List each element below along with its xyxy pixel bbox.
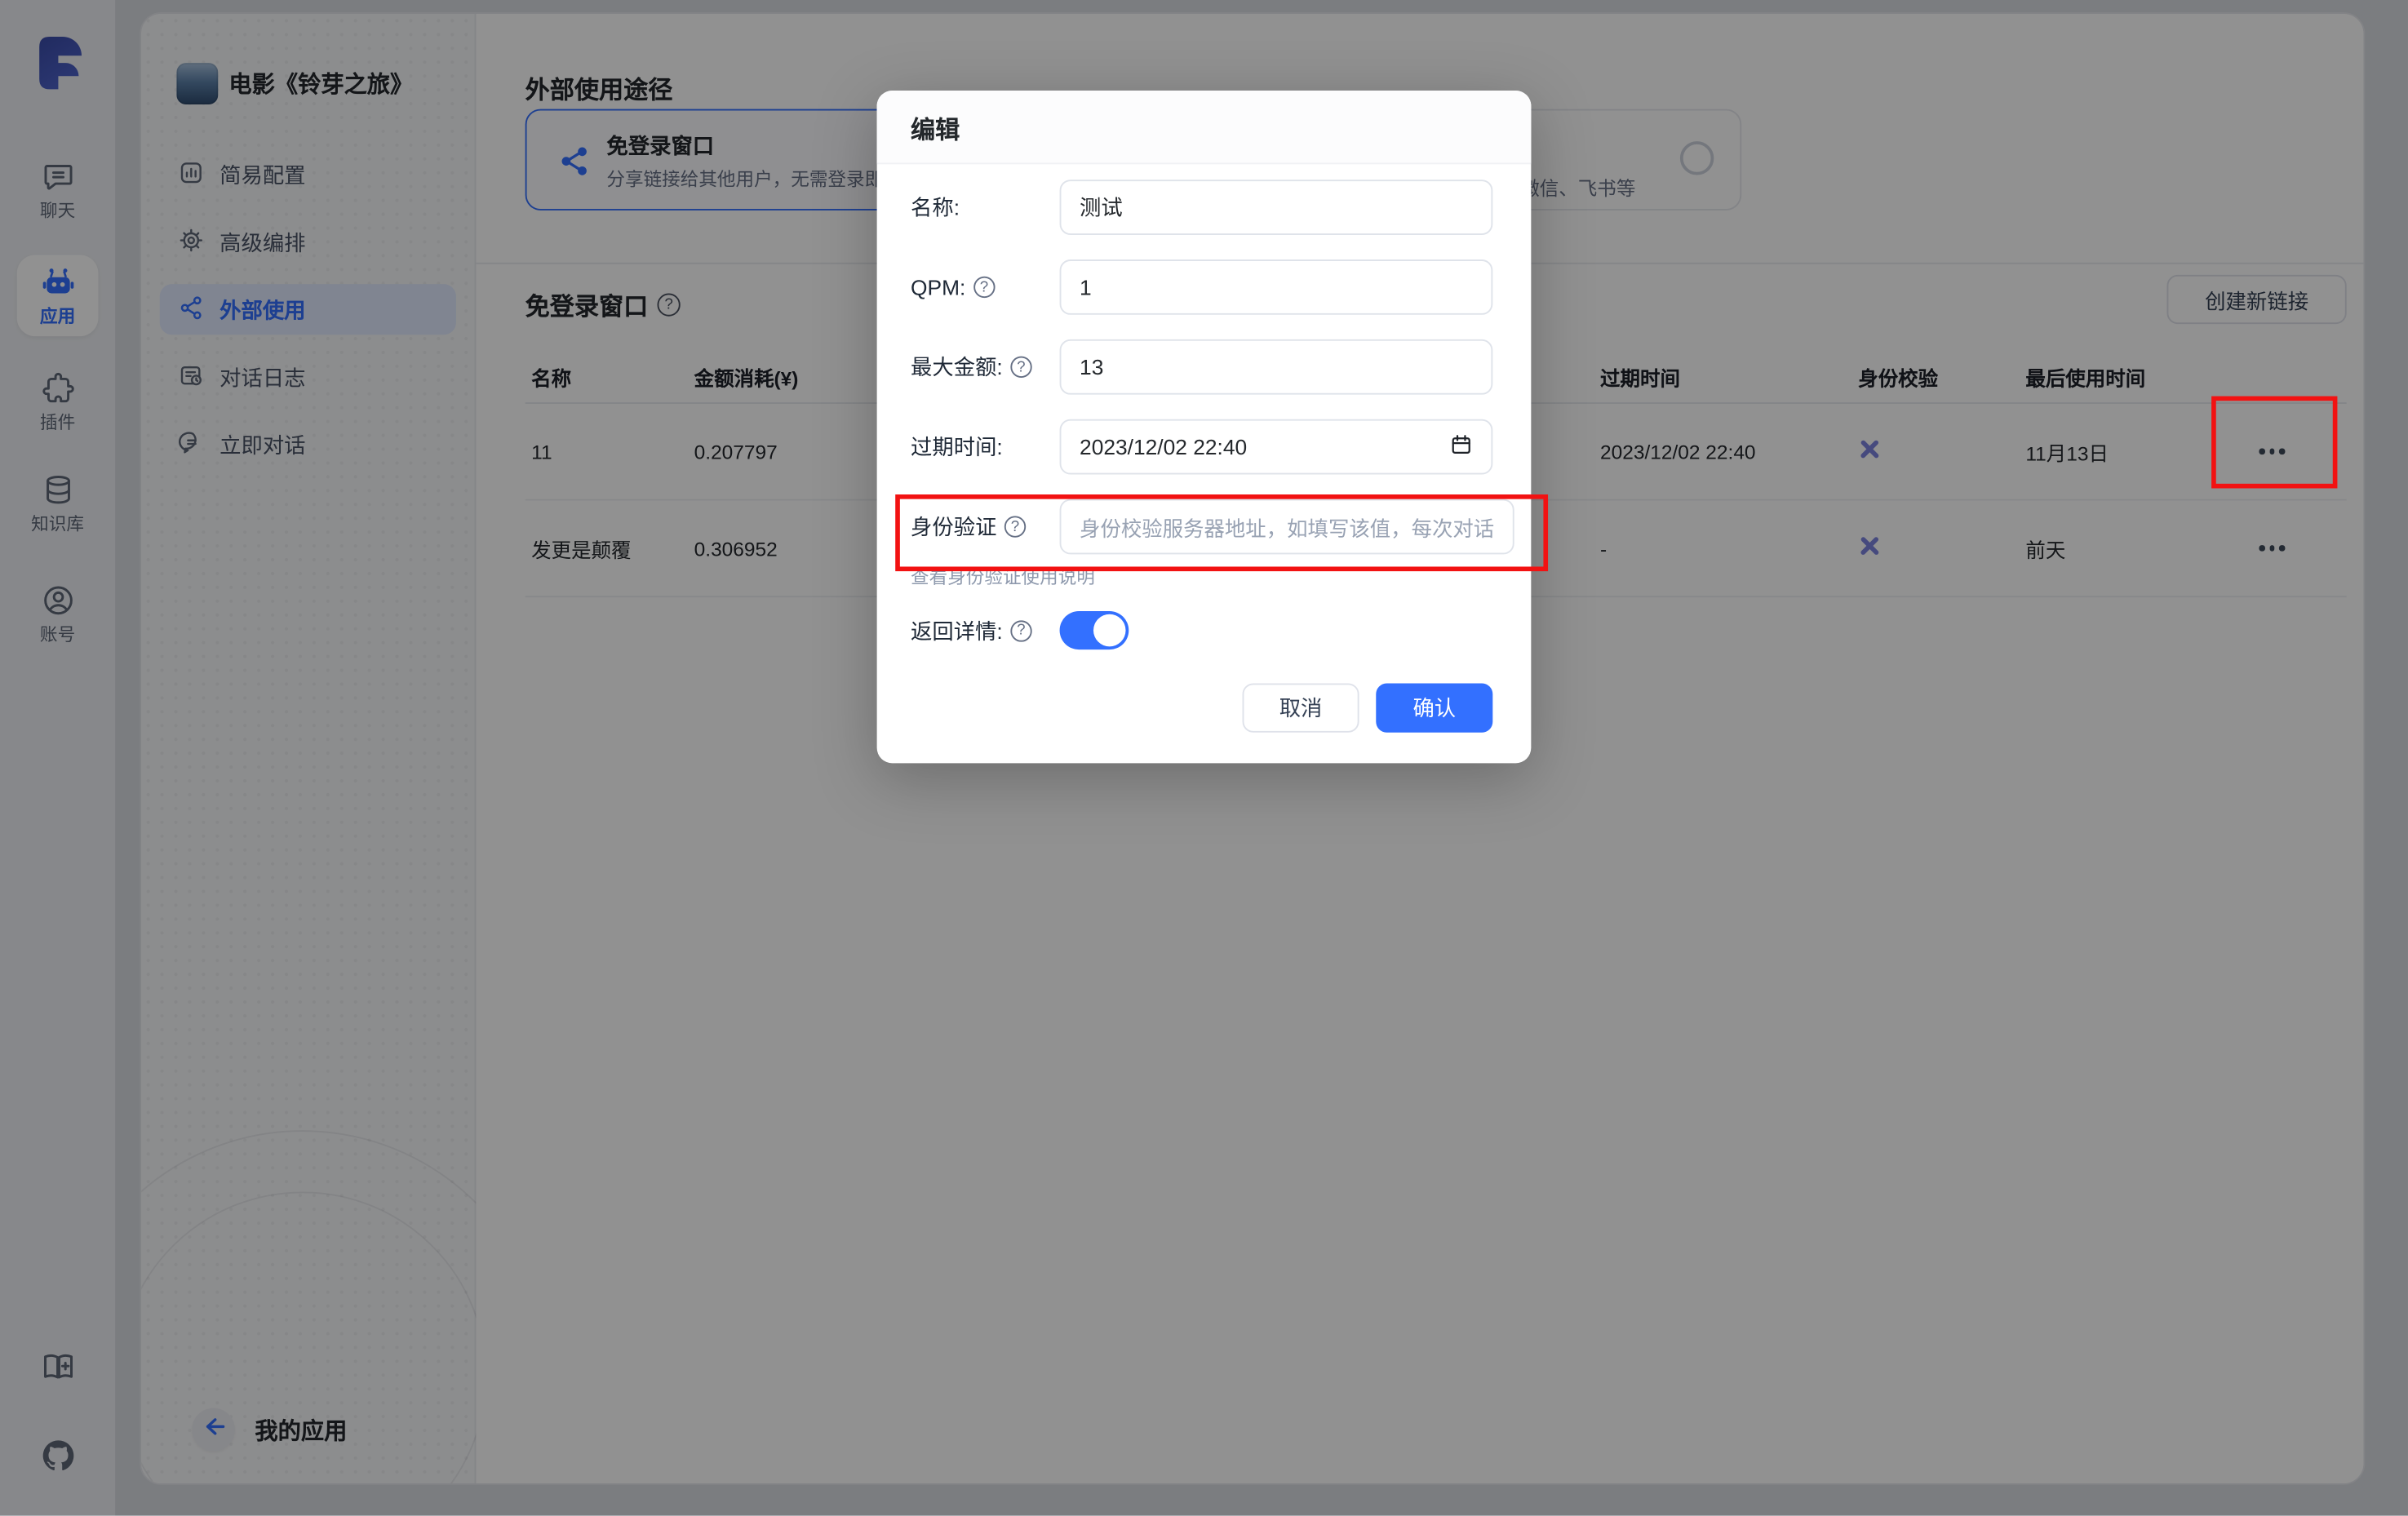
name-field-row: 名称: 测试: [911, 180, 1492, 235]
help-question-icon[interactable]: ?: [973, 277, 995, 298]
confirm-button[interactable]: 确认: [1376, 683, 1492, 732]
expire-value: 2023/12/02 22:40: [1080, 435, 1247, 459]
auth-placeholder: 身份校验服务器地址，如填写该值，每次对话: [1080, 512, 1494, 543]
modal-body: 名称: 测试 QPM: ? 1 最大金额: ? 13 过期时间:: [877, 164, 1532, 649]
auth-field-row: 身份验证 ? 身份校验服务器地址，如填写该值，每次对话: [911, 499, 1492, 555]
modal-title: 编辑: [877, 91, 1532, 164]
modal-footer: 取消 确认: [877, 683, 1532, 732]
max-amount-input[interactable]: 13: [1060, 339, 1493, 395]
max-amount-label: 最大金额:: [911, 352, 1003, 383]
detail-field-row: 返回详情: ?: [911, 611, 1492, 649]
detail-label: 返回详情:: [911, 615, 1003, 646]
qpm-input[interactable]: 1: [1060, 259, 1493, 315]
help-question-icon[interactable]: ?: [1004, 516, 1026, 537]
edit-modal: 编辑 名称: 测试 QPM: ? 1 最大金额: ? 13: [877, 91, 1532, 763]
expire-label: 过期时间:: [911, 432, 1003, 463]
name-input[interactable]: 测试: [1060, 180, 1493, 235]
auth-doc-link[interactable]: 查看身份验证使用说明: [911, 564, 1095, 590]
qpm-label: QPM:: [911, 275, 965, 299]
toggle-knob: [1093, 614, 1126, 647]
max-amount-field-row: 最大金额: ? 13: [911, 339, 1492, 395]
expire-date-input[interactable]: 2023/12/02 22:40: [1060, 419, 1493, 475]
detail-toggle[interactable]: [1060, 611, 1129, 649]
app-window: 聊天 应用: [0, 0, 2408, 1516]
expire-field-row: 过期时间: 2023/12/02 22:40: [911, 419, 1492, 475]
help-question-icon[interactable]: ?: [1010, 619, 1031, 641]
name-label: 名称:: [911, 192, 960, 223]
help-question-icon[interactable]: ?: [1010, 357, 1031, 378]
auth-label: 身份验证: [911, 512, 996, 543]
auth-input[interactable]: 身份校验服务器地址，如填写该值，每次对话: [1060, 499, 1514, 555]
calendar-icon[interactable]: [1450, 433, 1473, 461]
qpm-field-row: QPM: ? 1: [911, 259, 1492, 315]
cancel-button[interactable]: 取消: [1243, 683, 1359, 732]
